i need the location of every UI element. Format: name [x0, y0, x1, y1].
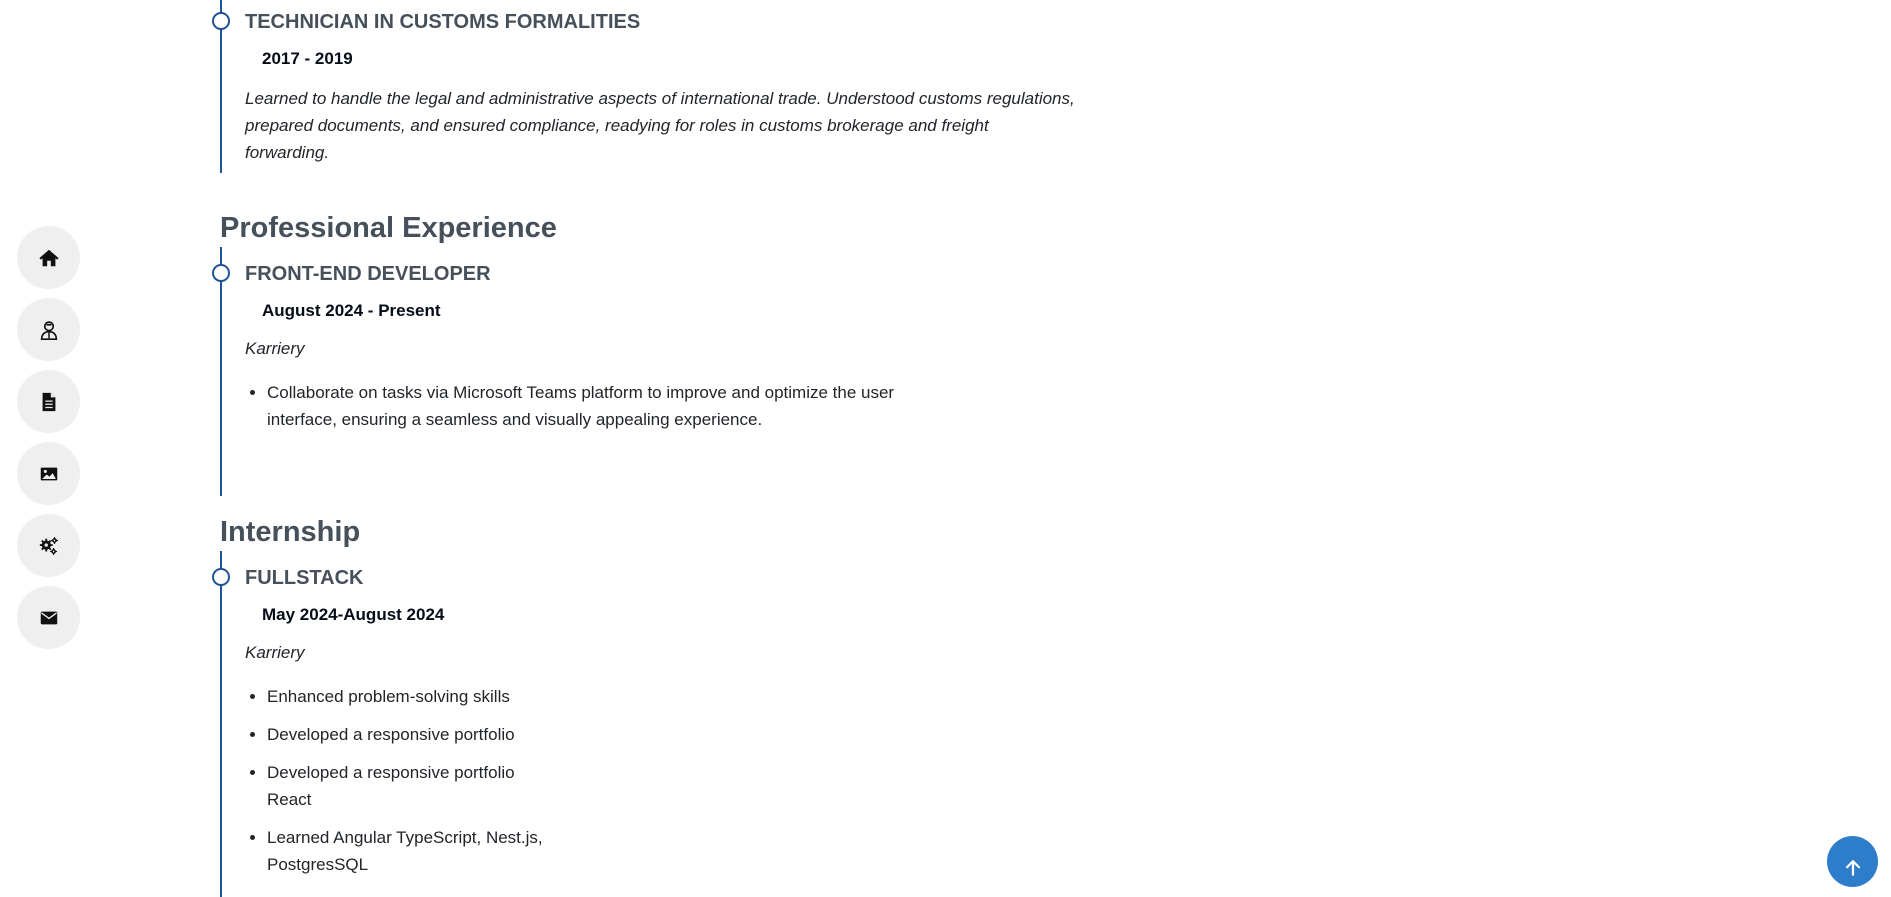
list-item-line: React: [267, 790, 312, 809]
item-organization: Karriery: [245, 339, 305, 358]
nav-about-button[interactable]: [17, 298, 80, 361]
user-icon: [40, 320, 57, 340]
experience-item: Front-End Developer August 2024 - Presen…: [212, 247, 967, 496]
item-date: May 2024-August 2024: [262, 605, 445, 624]
list-item-line: Learned Angular TypeScript, Nest.js,: [267, 828, 543, 847]
item-bullet-list: Collaborate on tasks via Microsoft Teams…: [245, 379, 967, 433]
nav-portfolio-button[interactable]: [17, 442, 80, 505]
item-title: Technician in customs formalities: [245, 11, 641, 33]
list-item-line: Developed a responsive portfolio: [267, 763, 515, 782]
item-organization: Karriery: [245, 643, 305, 662]
image-icon: [40, 467, 57, 480]
list-item: Developed a responsive portfolio React: [267, 759, 567, 813]
back-to-top-button[interactable]: [1827, 836, 1878, 887]
item-date: August 2024 - Present: [262, 301, 441, 320]
item-bullet-list: Enhanced problem-solving skills Develope…: [245, 683, 567, 878]
internship-item: Fullstack May 2024-August 2024 Karriery …: [212, 551, 567, 897]
item-title: Fullstack: [245, 567, 364, 589]
list-item: Learned Angular TypeScript, Nest.js, Post…: [267, 824, 567, 878]
nav-home-button[interactable]: [17, 226, 80, 289]
nav-resume-button[interactable]: [17, 370, 80, 433]
item-title: Front-End Developer: [245, 263, 491, 285]
gears-icon: [39, 536, 58, 555]
side-navigation: [17, 226, 80, 658]
list-item: Developed a responsive portfolio: [267, 721, 567, 748]
item-date: 2017 - 2019: [262, 49, 353, 68]
home-icon: [38, 249, 59, 266]
nav-contact-button[interactable]: [17, 586, 80, 649]
item-description: Learned to handle the legal and administ…: [245, 89, 1075, 162]
section-title-experience: Professional Experience: [220, 212, 557, 244]
section-title-internship: Internship: [220, 516, 361, 548]
file-icon: [42, 392, 55, 411]
list-item-line: PostgresSQL: [267, 855, 369, 874]
list-item: Enhanced problem-solving skills: [267, 683, 567, 710]
list-item: Collaborate on tasks via Microsoft Teams…: [267, 379, 967, 433]
arrow-up-icon: [1845, 859, 1860, 876]
resume-page: Technician in customs formalities 2017 -…: [0, 0, 1891, 897]
envelope-icon: [40, 611, 57, 624]
nav-services-button[interactable]: [17, 514, 80, 577]
education-item: Technician in customs formalities 2017 -…: [212, 0, 1075, 173]
